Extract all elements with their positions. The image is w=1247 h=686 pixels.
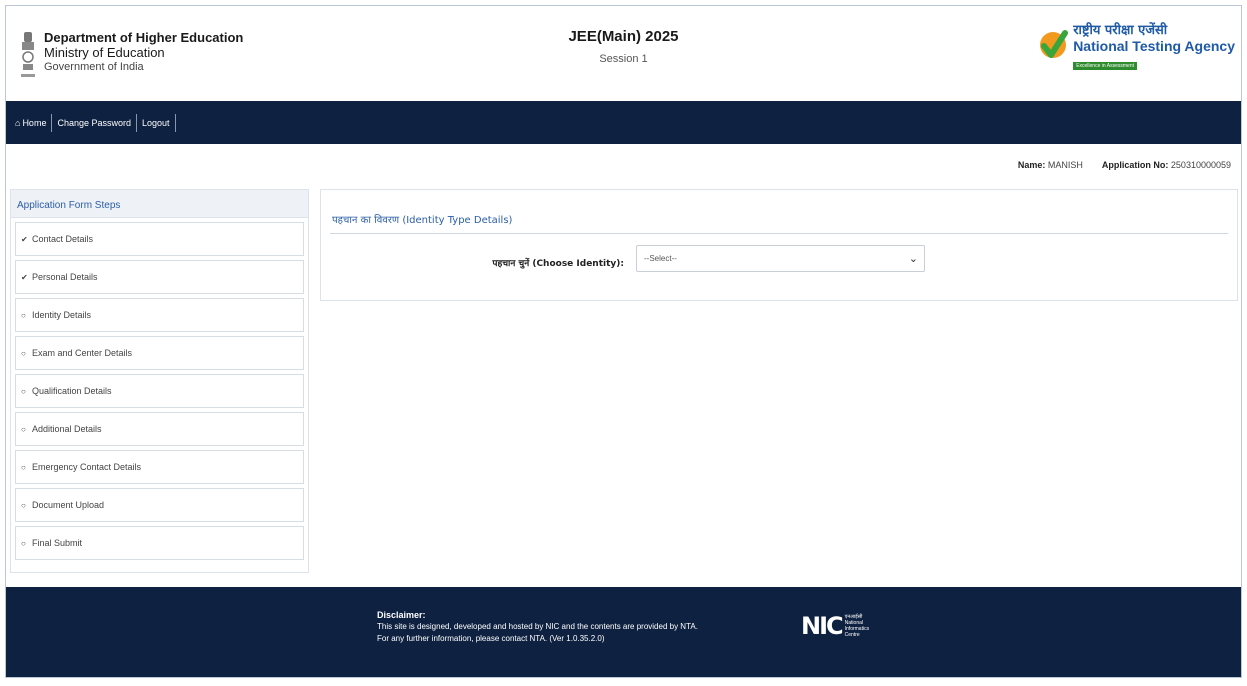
disclaimer-title: Disclaimer: (377, 610, 426, 620)
divider (330, 233, 1228, 234)
step-identity-details[interactable]: ○ Identity Details (15, 298, 304, 332)
step-document-upload[interactable]: ○ Document Upload (15, 488, 304, 522)
name-label: Name: (1017, 160, 1046, 170)
nta-check-icon (1040, 30, 1069, 58)
nic-line3: Centre (844, 632, 860, 638)
nic-mark: NIC (801, 612, 844, 640)
choose-identity-label: पहचान चुनें (Choose Identity): (492, 259, 624, 269)
nav-home-label: Home (22, 117, 47, 128)
empty-circle-icon: ○ (21, 310, 26, 320)
identity-panel: पहचान का विवरण (Identity Type Details) प… (320, 189, 1238, 301)
step-emergency-contact-details[interactable]: ○ Emergency Contact Details (15, 450, 304, 484)
user-info: Name: MANISH Application No: 25031000005… (1018, 160, 1231, 170)
nta-hindi-name: राष्ट्रीय परीक्षा एजेंसी (1073, 23, 1168, 38)
nta-english-name: National Testing Agency (1073, 38, 1235, 54)
step-contact-details[interactable]: ✔ Contact Details (15, 222, 304, 256)
empty-circle-icon: ○ (21, 500, 26, 510)
application-no-label: Application No: (1101, 160, 1169, 170)
step-label: Qualification Details (32, 386, 112, 396)
nta-logo: राष्ट्रीय परीक्षा एजेंसी National Testin… (1038, 20, 1235, 72)
nta-tagline: Excellence in Assessment (1073, 62, 1137, 70)
step-qualification-details[interactable]: ○ Qualification Details (15, 374, 304, 408)
step-exam-center-details[interactable]: ○ Exam and Center Details (15, 336, 304, 370)
footer: Disclaimer: This site is designed, devel… (6, 587, 1241, 677)
step-label: Personal Details (32, 272, 98, 282)
check-circle-icon: ✔ (21, 272, 28, 282)
name-value: MANISH (1047, 160, 1083, 170)
application-no-value: 250310000059 (1170, 160, 1231, 170)
empty-circle-icon: ○ (21, 348, 26, 358)
page-frame: Department of Higher Education Ministry … (5, 5, 1242, 678)
step-personal-details[interactable]: ✔ Personal Details (15, 260, 304, 294)
top-nav: ⌂ Home Change Password Logout (6, 101, 1241, 144)
step-final-submit[interactable]: ○ Final Submit (15, 526, 304, 560)
empty-circle-icon: ○ (21, 538, 26, 548)
steps-sidebar: Application Form Steps ✔ Contact Details… (10, 189, 309, 573)
empty-circle-icon: ○ (21, 424, 26, 434)
select-value: --Select-- (644, 254, 677, 263)
choose-identity-select[interactable]: --Select-- ⌄ (636, 245, 925, 272)
step-label: Document Upload (32, 500, 105, 510)
empty-circle-icon: ○ (21, 462, 26, 472)
chevron-down-icon: ⌄ (908, 253, 918, 265)
nav-logout[interactable]: Logout (137, 113, 176, 132)
step-label: Contact Details (32, 234, 94, 244)
empty-circle-icon: ○ (21, 386, 26, 396)
step-label: Identity Details (32, 310, 92, 320)
nav-change-password[interactable]: Change Password (52, 113, 137, 132)
home-icon: ⌂ (15, 117, 21, 128)
nic-logo: NIC एनआईसी National Informatics Centre (801, 612, 869, 640)
check-circle-icon: ✔ (21, 234, 28, 244)
panel-title: पहचान का विवरण (Identity Type Details) (332, 215, 513, 226)
disclaimer: Disclaimer: This site is designed, devel… (377, 609, 707, 645)
nav-home[interactable]: ⌂ Home (10, 113, 53, 132)
step-label: Emergency Contact Details (32, 462, 142, 472)
sidebar-heading: Application Form Steps (11, 190, 308, 218)
step-label: Additional Details (32, 424, 102, 434)
disclaimer-text: This site is designed, developed and hos… (377, 622, 698, 643)
header: Department of Higher Education Ministry … (6, 6, 1241, 101)
step-label: Exam and Center Details (32, 348, 133, 358)
step-label: Final Submit (32, 538, 83, 548)
step-additional-details[interactable]: ○ Additional Details (15, 412, 304, 446)
